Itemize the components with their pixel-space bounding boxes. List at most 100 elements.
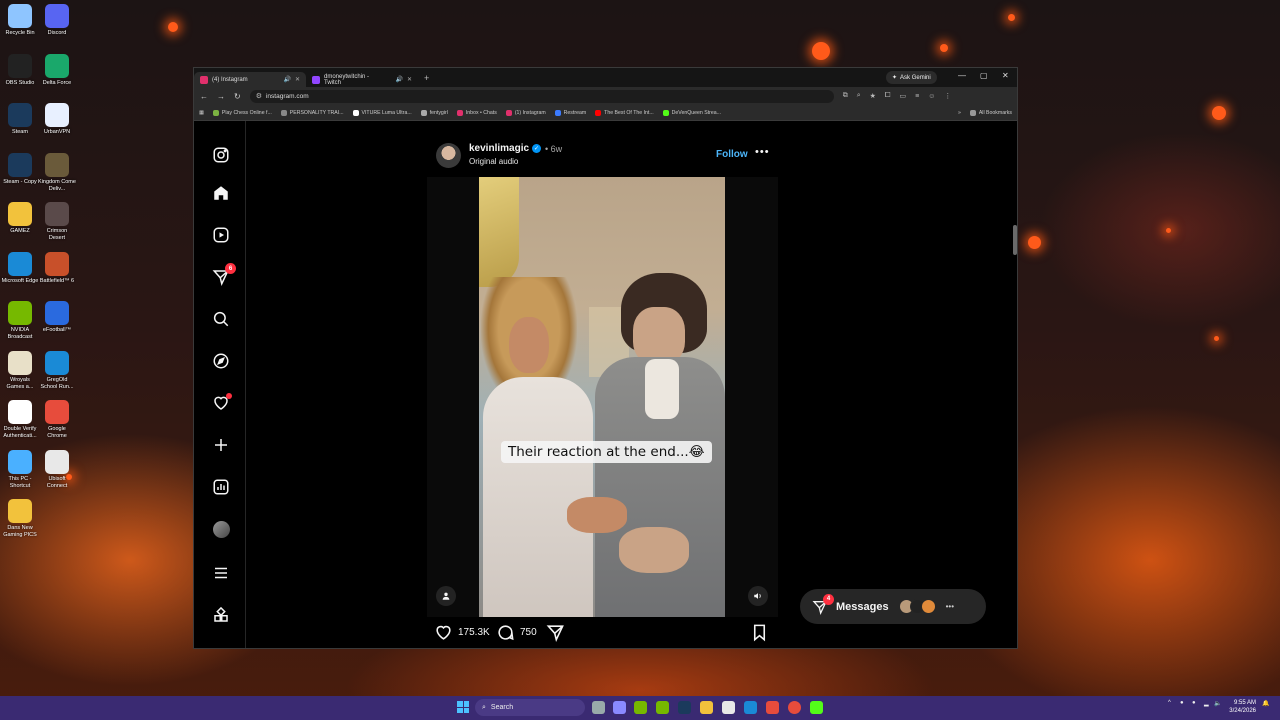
- bookmark-item[interactable]: The Best Of The Int...: [595, 109, 654, 116]
- maximize-icon[interactable]: ▢: [980, 71, 988, 80]
- steam-icon[interactable]: [678, 701, 691, 714]
- explore-icon[interactable]: [211, 351, 231, 371]
- chrome-icon[interactable]: [788, 701, 801, 714]
- media-icon[interactable]: ≡: [915, 93, 919, 100]
- tab-instagram[interactable]: (4) Instagram 🔊 ✕: [194, 72, 306, 87]
- profile-avatar[interactable]: [211, 519, 231, 539]
- forward-icon[interactable]: →: [217, 92, 225, 101]
- taskbar-app-icon[interactable]: [766, 701, 779, 714]
- desktop-icon[interactable]: Wroyals Games a...: [1, 350, 39, 391]
- zoom-icon[interactable]: ⌕: [857, 92, 861, 100]
- tab-close-icon[interactable]: ✕: [295, 76, 300, 83]
- desktop-icon[interactable]: Crimson Desert: [38, 202, 76, 242]
- profile-icon[interactable]: ☺: [928, 93, 935, 100]
- taskbar-app-icon[interactable]: [634, 701, 647, 714]
- instagram-logo-icon[interactable]: [211, 145, 231, 165]
- new-tab-button[interactable]: +: [424, 73, 429, 83]
- bookmark-item[interactable]: Play Chess Online f...: [212, 109, 272, 116]
- desktop-icon[interactable]: NVIDIA Broadcast: [1, 301, 39, 341]
- tagged-people-icon[interactable]: [436, 586, 456, 606]
- back-icon[interactable]: ←: [200, 92, 208, 101]
- bookmark-item[interactable]: DeVenQueen Strea...: [662, 109, 721, 116]
- tab-close-icon[interactable]: ✕: [407, 76, 412, 83]
- desktop-icon[interactable]: UrbanVPN: [38, 103, 76, 136]
- tray-chevron-icon[interactable]: ^: [1168, 700, 1171, 706]
- taskbar-app-icon[interactable]: [613, 701, 626, 714]
- desktop-icon[interactable]: Steam: [1, 103, 39, 136]
- comment-button[interactable]: 750: [496, 623, 537, 642]
- dashboard-icon[interactable]: [211, 477, 231, 497]
- desktop-icon[interactable]: Discord: [38, 4, 76, 37]
- file-explorer-icon[interactable]: [700, 701, 713, 714]
- menu-icon[interactable]: [211, 563, 231, 583]
- ask-gemini-button[interactable]: ✦ Ask Gemini: [886, 71, 937, 84]
- volume-tray-icon[interactable]: 🔈: [1214, 700, 1221, 707]
- bookmark-item[interactable]: VITURE Luma Ultra...: [352, 109, 412, 116]
- bookmarks-overflow-icon[interactable]: »: [958, 110, 961, 116]
- apps-icon[interactable]: ▦: [199, 110, 204, 116]
- desktop-icon[interactable]: Steam - Copy: [1, 152, 39, 186]
- network-icon[interactable]: ▂: [1204, 700, 1209, 707]
- save-button[interactable]: [750, 623, 769, 642]
- bookmark-item[interactable]: fentygirl: [420, 109, 448, 116]
- edge-icon[interactable]: [744, 701, 757, 714]
- windows-start-icon[interactable]: [457, 701, 469, 713]
- taskbar-search-box[interactable]: ⌕ Search: [475, 699, 585, 716]
- tab-audio-icon[interactable]: 🔊: [395, 76, 402, 83]
- desktop-icon[interactable]: Double Verify Authenticati...: [1, 400, 39, 440]
- install-app-icon[interactable]: ⧉: [843, 92, 848, 100]
- reload-icon[interactable]: ↻: [234, 92, 241, 101]
- minimize-icon[interactable]: —: [958, 71, 966, 80]
- desktop-icon[interactable]: Dans New Gaming PICS: [1, 499, 39, 539]
- desktop-icon[interactable]: OBS Studio: [1, 53, 39, 87]
- close-window-icon[interactable]: ✕: [1002, 71, 1009, 80]
- messages-drawer-button[interactable]: 4 Messages •••: [800, 589, 986, 624]
- all-bookmarks-folder[interactable]: All Bookmarks: [969, 109, 1012, 116]
- desktop-icon[interactable]: GregOld School Run...: [38, 350, 76, 391]
- extensions-icon[interactable]: ⧠: [885, 92, 891, 100]
- bookmark-star-icon[interactable]: ★: [870, 92, 876, 100]
- bookmark-item[interactable]: (1) Instagram: [505, 109, 546, 116]
- site-info-icon[interactable]: ⚙: [256, 92, 262, 100]
- author-avatar[interactable]: [436, 143, 461, 168]
- bookmark-item[interactable]: Inbox • Chats: [456, 109, 497, 116]
- nvidia-icon[interactable]: [656, 701, 669, 714]
- more-options-icon[interactable]: •••: [755, 146, 770, 158]
- side-panel-icon[interactable]: ▭: [900, 92, 907, 100]
- notifications-heart-icon[interactable]: [211, 393, 232, 413]
- create-plus-icon[interactable]: [211, 435, 231, 455]
- desktop-icon[interactable]: Delta Force: [38, 53, 76, 87]
- desktop-icon[interactable]: Kingdom Come Deliv...: [38, 152, 76, 193]
- like-button[interactable]: 175.3K: [434, 623, 490, 642]
- reels-icon[interactable]: [211, 225, 231, 245]
- tray-app-icon[interactable]: ●: [1192, 700, 1196, 706]
- page-scrollbar[interactable]: [1013, 125, 1017, 645]
- reel-video[interactable]: Their reaction at the end...😂: [479, 177, 725, 617]
- search-icon[interactable]: [211, 309, 231, 329]
- taskbar-clock[interactable]: 9:55 AM 3/24/2026: [1229, 699, 1256, 715]
- home-icon[interactable]: [211, 183, 231, 203]
- volume-icon[interactable]: [748, 586, 768, 606]
- original-audio-link[interactable]: Original audio: [469, 157, 518, 166]
- desktop-icon[interactable]: Battlefield™ 6: [38, 251, 76, 285]
- bookmark-item[interactable]: Restream: [554, 109, 586, 116]
- kick-icon[interactable]: [810, 701, 823, 714]
- follow-button[interactable]: Follow: [716, 149, 748, 160]
- share-button[interactable]: [546, 623, 565, 642]
- browser-menu-icon[interactable]: ⋮: [944, 92, 951, 100]
- desktop-icon[interactable]: Microsoft Edge: [1, 251, 39, 285]
- tab-audio-icon[interactable]: 🔊: [283, 76, 290, 83]
- desktop-icon[interactable]: This PC - Shortcut: [1, 449, 39, 490]
- desktop-icon[interactable]: Ubisoft Connect: [38, 449, 76, 490]
- desktop-icon[interactable]: eFootball™: [38, 301, 76, 334]
- also-from-meta-icon[interactable]: [211, 605, 231, 625]
- desktop-icon[interactable]: GAMEZ: [1, 202, 39, 235]
- calculator-icon[interactable]: [722, 701, 735, 714]
- tray-app-icon[interactable]: ●: [1180, 700, 1184, 706]
- task-view-icon[interactable]: [592, 701, 605, 714]
- direct-messages-icon[interactable]: 6: [211, 263, 236, 287]
- bookmark-item[interactable]: PERSONALITY TRAI...: [280, 109, 344, 116]
- reel-video-frame[interactable]: Their reaction at the end...😂: [427, 177, 778, 617]
- desktop-icon[interactable]: Recycle Bin: [1, 4, 39, 37]
- notification-bell-icon[interactable]: 🔔: [1262, 700, 1269, 707]
